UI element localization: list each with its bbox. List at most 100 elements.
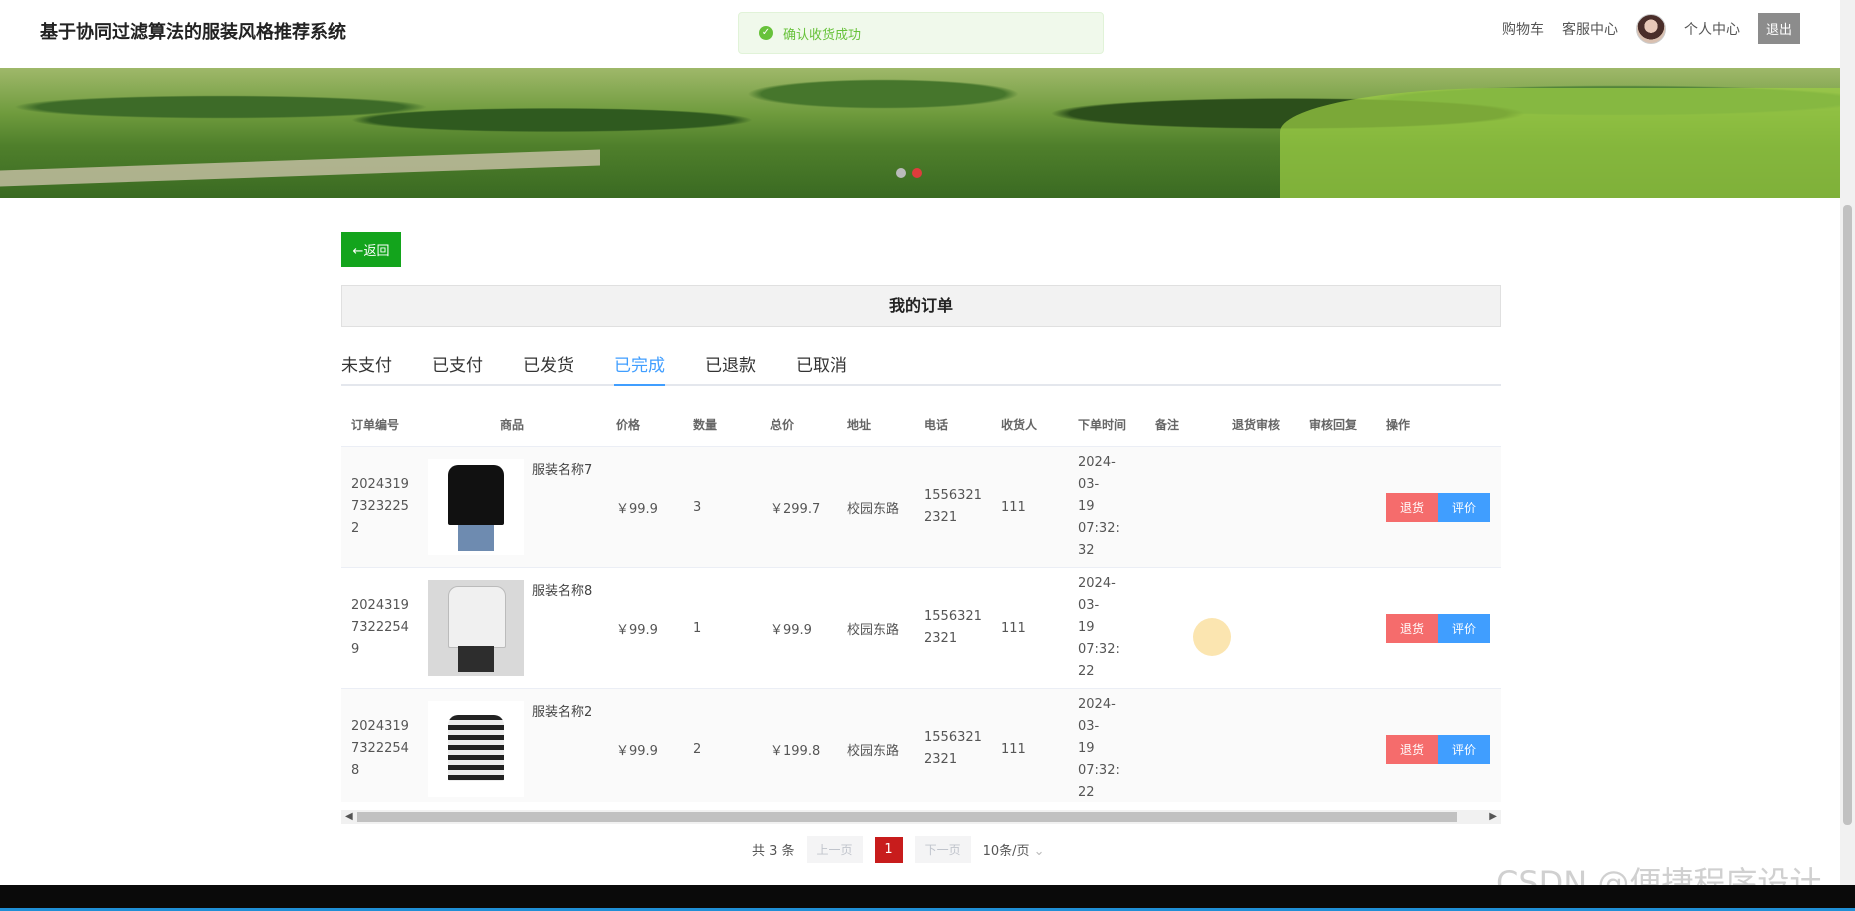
success-check-icon: ✓ [759, 26, 773, 40]
total-cell: ￥199.8 [760, 688, 837, 802]
total-cell: ￥99.9 [760, 567, 837, 689]
nav-service-link[interactable]: 客服中心 [1562, 19, 1618, 39]
col-header: 商品 [418, 402, 606, 447]
next-page-button[interactable]: 下一页 [914, 836, 971, 863]
review-cell [1222, 688, 1299, 802]
receiver-cell: 111 [991, 567, 1068, 689]
nav-profile-link[interactable]: 个人中心 [1684, 19, 1740, 39]
order-no-cell: 2024319 7323225 2 [341, 446, 418, 568]
order-time: 2024-03- 19 07:32: 22 [1078, 697, 1120, 800]
scrollbar-thumb[interactable] [357, 812, 1457, 822]
banner-road [0, 149, 600, 187]
logout-button[interactable]: 退出 [1757, 13, 1800, 44]
table-row: 2024319 7322254 9 服装名称8 ￥99.9 1 ￥99.9 校园… [341, 567, 1501, 689]
return-button[interactable]: 退货 [1386, 734, 1439, 764]
col-header: 审核回复 [1299, 402, 1376, 447]
return-button[interactable]: 退货 [1386, 613, 1439, 643]
col-header: 订单编号 [341, 402, 418, 447]
ops-cell: 退货 评价 [1376, 446, 1501, 568]
return-button[interactable]: 退货 [1386, 492, 1439, 522]
time-cell: 2024-03- 19 07:32: 22 [1068, 567, 1145, 689]
qty-cell: 1 [683, 567, 760, 689]
avatar[interactable] [1635, 13, 1666, 44]
order-time: 2024-03- 19 07:32: 32 [1078, 455, 1120, 558]
carousel-dot-active[interactable] [912, 168, 922, 178]
pagination-total: 共 3 条 [752, 844, 795, 859]
scroll-left-icon[interactable]: ◀ [345, 810, 353, 824]
site-title: 基于协同过滤算法的服装风格推荐系统 [40, 22, 346, 43]
goods-cell: 服装名称2 [418, 688, 606, 802]
product-image[interactable] [428, 580, 524, 676]
phone: 1556321 2321 [924, 488, 982, 525]
tab-paid[interactable]: 已支付 [432, 352, 483, 384]
banner-fairway [1280, 88, 1840, 198]
col-header: 操作 [1376, 402, 1501, 447]
col-header: 价格 [606, 402, 683, 447]
review-button[interactable]: 评价 [1438, 613, 1491, 643]
address-cell: 校园东路 [837, 567, 914, 689]
col-header: 地址 [837, 402, 914, 447]
product-name[interactable]: 服装名称7 [532, 459, 592, 478]
page-size-select[interactable]: 10条/页 ⌄ [983, 840, 1061, 859]
back-button[interactable]: ←返回 [341, 232, 401, 267]
address-cell: 校园东路 [837, 446, 914, 568]
review-button[interactable]: 评价 [1438, 734, 1491, 764]
time-cell: 2024-03- 19 07:32: 32 [1068, 446, 1145, 568]
cursor-highlight [1193, 618, 1231, 656]
phone: 1556321 2321 [924, 730, 982, 767]
order-no: 2024319 7322254 8 [351, 719, 409, 778]
tab-unpaid[interactable]: 未支付 [341, 352, 392, 384]
vertical-scrollbar-thumb[interactable] [1843, 205, 1852, 825]
col-header: 数量 [683, 402, 760, 447]
tab-shipped[interactable]: 已发货 [523, 352, 574, 384]
product-name[interactable]: 服装名称8 [532, 580, 592, 599]
success-toast: ✓ 确认收货成功 [738, 12, 1104, 54]
product-name[interactable]: 服装名称2 [532, 701, 592, 720]
scroll-right-icon[interactable]: ▶ [1489, 810, 1497, 824]
price-cell: ￥99.9 [606, 688, 683, 802]
top-nav: 购物车 客服中心 个人中心 退出 [1502, 13, 1800, 44]
tab-cancelled[interactable]: 已取消 [796, 352, 847, 384]
phone-cell: 1556321 2321 [914, 567, 991, 689]
product-image[interactable] [428, 701, 524, 797]
qty-cell: 3 [683, 446, 760, 568]
order-no: 2024319 7322254 9 [351, 598, 409, 657]
price-cell: ￥99.9 [606, 567, 683, 689]
ops-cell: 退货 评价 [1376, 567, 1501, 689]
page-number-current[interactable]: 1 [874, 836, 903, 863]
review-button[interactable]: 评价 [1438, 492, 1491, 522]
vertical-scrollbar[interactable] [1840, 0, 1855, 885]
orders-table-wrap: 订单编号 商品 价格 数量 总价 地址 电话 收货人 下单时间 备注 退货审核 … [341, 402, 1501, 802]
col-header: 退货审核 [1222, 402, 1299, 447]
time-cell: 2024-03- 19 07:32: 22 [1068, 688, 1145, 802]
col-header: 总价 [760, 402, 837, 447]
table-row: 2024319 7323225 2 服装名称7 ￥99.9 3 ￥299.7 校… [341, 446, 1501, 568]
nav-cart-link[interactable]: 购物车 [1502, 19, 1544, 39]
col-header: 电话 [914, 402, 991, 447]
col-header: 备注 [1145, 402, 1222, 447]
orders-table: 订单编号 商品 价格 数量 总价 地址 电话 收货人 下单时间 备注 退货审核 … [341, 402, 1501, 802]
reply-cell [1299, 688, 1376, 802]
banner-carousel [0, 68, 1840, 198]
prev-page-button[interactable]: 上一页 [806, 836, 863, 863]
tab-completed[interactable]: 已完成 [614, 352, 665, 386]
product-image[interactable] [428, 459, 524, 555]
pagination: 共 3 条 上一页 1 下一页 10条/页 ⌄ [752, 836, 1061, 863]
order-no-cell: 2024319 7322254 9 [341, 567, 418, 689]
total-cell: ￥299.7 [760, 446, 837, 568]
horizontal-scrollbar[interactable]: ◀ ▶ [341, 810, 1501, 824]
carousel-indicators [896, 168, 922, 178]
receiver-cell: 111 [991, 446, 1068, 568]
carousel-dot[interactable] [896, 168, 906, 178]
remark-cell [1145, 446, 1222, 568]
order-no: 2024319 7323225 2 [351, 477, 409, 536]
receiver-cell: 111 [991, 688, 1068, 802]
phone: 1556321 2321 [924, 609, 982, 646]
tab-refunded[interactable]: 已退款 [705, 352, 756, 384]
review-cell [1222, 446, 1299, 568]
toast-message: 确认收货成功 [783, 27, 862, 43]
review-cell [1222, 567, 1299, 689]
page-title: 我的订单 [341, 285, 1501, 327]
table-header-row: 订单编号 商品 价格 数量 总价 地址 电话 收货人 下单时间 备注 退货审核 … [341, 402, 1501, 447]
order-status-tabs: 未支付 已支付 已发货 已完成 已退款 已取消 [341, 352, 1501, 386]
